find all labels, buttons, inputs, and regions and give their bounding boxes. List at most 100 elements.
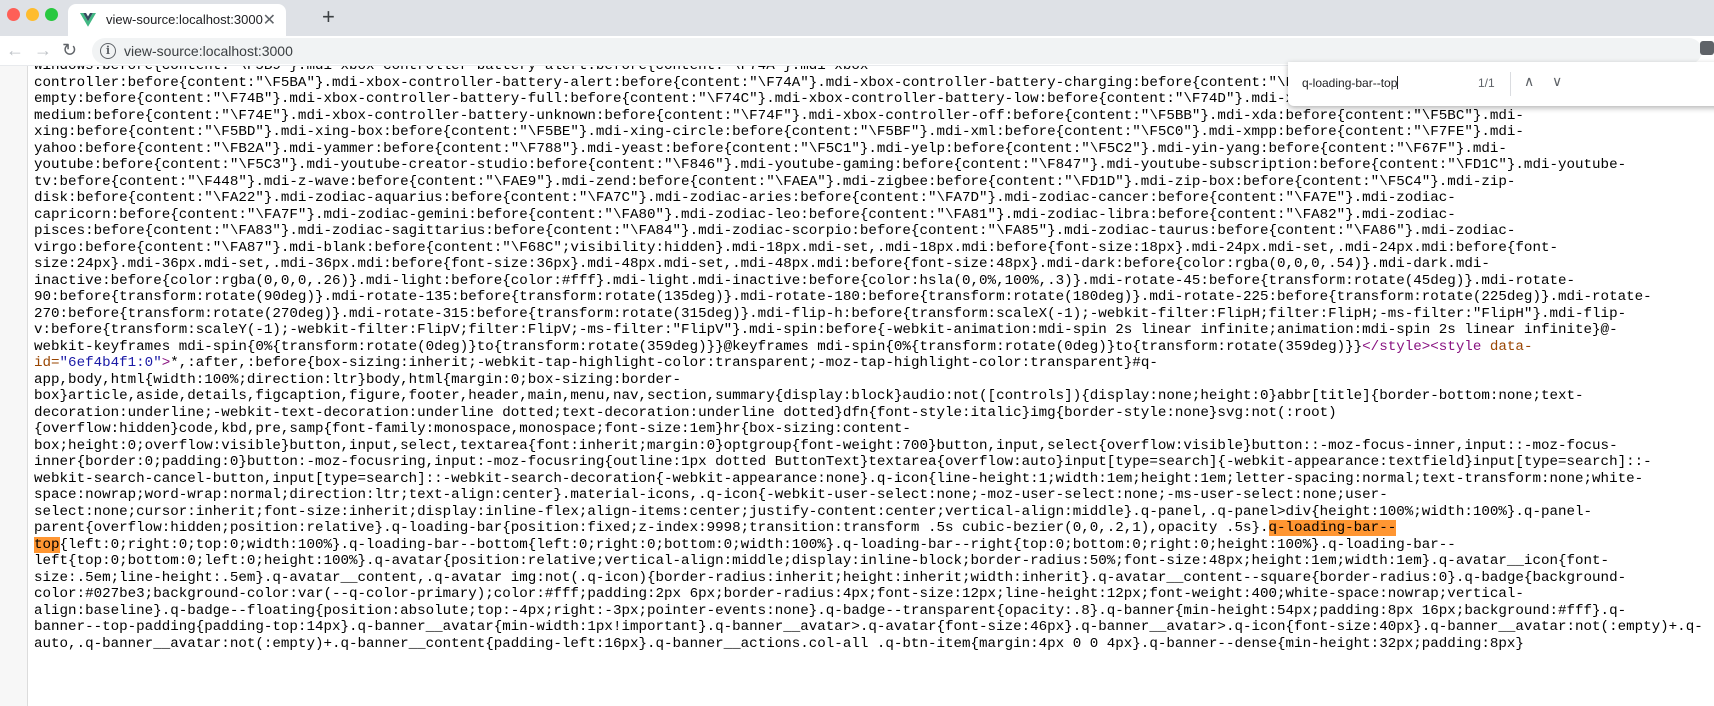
code-token: inactive:before{color:rgba(0,0,0,.26)}.m…: [34, 272, 1576, 289]
close-tab-icon[interactable]: ✕: [263, 10, 276, 30]
vue-logo-icon: [80, 13, 96, 27]
code-token: windows:before{content:"\F5B9"}.mdi-xbox…: [34, 66, 877, 74]
code-token: left{top:0;bottom:0;left:0;height:100%}.…: [34, 553, 1610, 569]
code-token: yahoo:before{content:"\FB2A"}.mdi-yammer…: [34, 140, 1507, 157]
next-match-chevron-down-icon[interactable]: ∨: [1552, 73, 1562, 90]
source-line: webkit-keyframes mdi-spin{0%{transform:r…: [34, 339, 1714, 356]
info-icon[interactable]: i: [100, 43, 116, 59]
source-line: {overflow:hidden}code,kbd,pre,samp{font-…: [34, 421, 1714, 438]
code-token: medium:before{content:"\F74E"}.mdi-xbox-…: [34, 107, 1524, 124]
code-token: auto,.q-banner__avatar:not(:empty)+.q-ba…: [34, 635, 1524, 652]
code-token: 90:before{transform:rotate(90deg)}.mdi-r…: [34, 289, 1652, 305]
code-token: app,body,html{width:100%;direction:ltr}b…: [34, 371, 682, 388]
code-token: capricorn:before{content:"\FA7F"}.mdi-zo…: [34, 206, 1456, 223]
close-window-button[interactable]: [7, 8, 20, 21]
source-line: left{top:0;bottom:0;left:0;height:100%}.…: [34, 553, 1714, 570]
active-tab[interactable]: view-source:localhost:3000 ✕: [68, 4, 286, 36]
code-token: pisces:before{content:"\FA83"}.mdi-zodia…: [34, 223, 1516, 239]
source-line: xing:before{content:"\F5BD"}.mdi-xing-bo…: [34, 124, 1714, 141]
source-line: id="6ef4b4f1:0">*,:after,:before{box-siz…: [34, 355, 1714, 372]
code-token: id=: [34, 355, 60, 371]
code-token: tv:before{content:"\F448"}.mdi-z-wave:be…: [34, 173, 1516, 190]
source-line: select:none;cursor:inherit;font-size:inh…: [34, 504, 1714, 521]
source-line: inactive:before{color:rgba(0,0,0,.26)}.m…: [34, 273, 1714, 290]
code-token: banner--top-padding{padding-top:14px}.q-…: [34, 619, 1703, 635]
source-line: disk:before{content:"\FA22"}.mdi-zodiac-…: [34, 190, 1714, 207]
new-tab-button[interactable]: +: [322, 6, 335, 28]
forward-arrow-icon[interactable]: →: [34, 40, 52, 60]
reload-icon[interactable]: ↻: [62, 40, 77, 60]
source-line: yahoo:before{content:"\FB2A"}.mdi-yammer…: [34, 141, 1714, 158]
source-line: capricorn:before{content:"\FA7F"}.mdi-zo…: [34, 207, 1714, 224]
source-line: pisces:before{content:"\FA83"}.mdi-zodia…: [34, 223, 1714, 240]
source-line: inner{border:0;padding:0}button:-moz-foc…: [34, 454, 1714, 471]
code-token: </style><style: [1362, 338, 1490, 355]
address-bar[interactable]: i view-source:localhost:3000: [92, 38, 1702, 64]
source-line: size:.5em;line-height:.5em}.q-avatar__co…: [34, 570, 1714, 587]
view-source-content: windows:before{content:"\F5B9"}.mdi-xbox…: [0, 66, 1714, 706]
tab-strip: view-source:localhost:3000 ✕ +: [0, 0, 1714, 36]
source-line: parent{overflow:hidden;position:relative…: [34, 520, 1714, 537]
code-token: select:none;cursor:inherit;font-size:inh…: [34, 503, 1593, 520]
code-token: align:baseline}.q-badge--floating{positi…: [34, 602, 1627, 619]
code-token: inner{border:0;padding:0}button:-moz-foc…: [34, 454, 1652, 470]
back-arrow-icon[interactable]: ←: [6, 40, 24, 60]
code-token: space:nowrap;word-wrap:normal;direction:…: [34, 487, 1388, 503]
previous-match-chevron-up-icon[interactable]: ∧: [1524, 73, 1534, 90]
source-line: v:before{transform:scaleY(-1);-webkit-fi…: [34, 322, 1714, 339]
source-line: tv:before{content:"\F448"}.mdi-z-wave:be…: [34, 174, 1714, 191]
code-token: box}article,aside,details,figcaption,fig…: [34, 388, 1584, 404]
tab-title: view-source:localhost:3000: [106, 12, 263, 27]
source-line: 90:before{transform:rotate(90deg)}.mdi-r…: [34, 289, 1714, 306]
code-token: disk:before{content:"\FA22"}.mdi-zodiac-…: [34, 190, 1456, 206]
find-bar: q-loading-bar--top 1/1 ∧ ∨: [1288, 62, 1714, 106]
find-highlight: q-loading-bar--: [1268, 520, 1397, 536]
source-line: virgo:before{content:"\FA87"}.mdi-blank:…: [34, 240, 1714, 257]
source-line: space:nowrap;word-wrap:normal;direction:…: [34, 487, 1714, 504]
code-token: webkit-search-cancel-button,input[type=s…: [34, 470, 1644, 487]
line-number-gutter: [0, 66, 28, 706]
source-line: app,body,html{width:100%;direction:ltr}b…: [34, 372, 1714, 389]
code-token: parent{overflow:hidden;position:relative…: [34, 520, 1269, 536]
source-line: 270:before{transform:rotate(270deg)}.mdi…: [34, 306, 1714, 323]
code-token: xing:before{content:"\F5BD"}.mdi-xing-bo…: [34, 124, 1524, 140]
code-token: size:.5em;line-height:.5em}.q-avatar__co…: [34, 569, 1627, 586]
find-query-text: q-loading-bar--top: [1302, 76, 1398, 90]
find-input[interactable]: q-loading-bar--top: [1302, 76, 1399, 90]
source-line: auto,.q-banner__avatar:not(:empty)+.q-ba…: [34, 636, 1714, 653]
source-line: medium:before{content:"\F74E"}.mdi-xbox-…: [34, 108, 1714, 125]
source-code: windows:before{content:"\F5B9"}.mdi-xbox…: [34, 66, 1714, 652]
find-match-count: 1/1: [1478, 76, 1495, 90]
find-separator: [1510, 72, 1511, 96]
find-highlight: top: [34, 536, 60, 553]
source-line: banner--top-padding{padding-top:14px}.q-…: [34, 619, 1714, 636]
text-caret: [1397, 76, 1399, 89]
code-token: >: [161, 355, 171, 371]
extension-icon[interactable]: [1700, 41, 1714, 55]
code-token: *,:after,:before{box-sizing:inherit;-web…: [170, 355, 1158, 371]
source-line: top{left:0;right:0;top:0;width:100%}.q-l…: [34, 536, 1714, 554]
code-token: "6ef4b4f1:0": [59, 355, 162, 371]
source-line: decoration:underline;-webkit-text-decora…: [34, 405, 1714, 422]
source-line: color:#027be3;background-color:var(--q-c…: [34, 586, 1714, 603]
code-token: virgo:before{content:"\FA87"}.mdi-blank:…: [34, 239, 1558, 256]
source-line: box}article,aside,details,figcaption,fig…: [34, 388, 1714, 405]
source-line: box;height:0;overflow:visible}button,inp…: [34, 438, 1714, 455]
code-token: 270:before{transform:rotate(270deg)}.mdi…: [34, 305, 1627, 322]
source-line: align:baseline}.q-badge--floating{positi…: [34, 603, 1714, 620]
code-token: {overflow:hidden}code,kbd,pre,samp{font-…: [34, 421, 911, 437]
source-line: webkit-search-cancel-button,input[type=s…: [34, 471, 1714, 488]
code-token: youtube:before{content:"\F5C3"}.mdi-yout…: [34, 157, 1627, 173]
source-line: youtube:before{content:"\F5C3"}.mdi-yout…: [34, 157, 1714, 174]
code-token: {left:0;right:0;top:0;width:100%}.q-load…: [59, 536, 1456, 553]
code-token: box;height:0;overflow:visible}button,inp…: [34, 437, 1618, 454]
minimize-window-button[interactable]: [26, 8, 39, 21]
maximize-window-button[interactable]: [45, 8, 58, 21]
code-token: size:24px}.mdi-36px.mdi-set,.mdi-36px.md…: [34, 256, 1490, 272]
code-token: v:before{transform:scaleY(-1);-webkit-fi…: [34, 322, 1618, 338]
code-token: color:#027be3;background-color:var(--q-c…: [34, 586, 1524, 602]
code-token: data-: [1489, 338, 1533, 355]
url-text[interactable]: view-source:localhost:3000: [124, 43, 293, 59]
code-token: empty:before{content:"\F74B"}.mdi-xbox-c…: [34, 91, 1490, 107]
code-token: webkit-keyframes mdi-spin{0%{transform:r…: [34, 338, 1363, 355]
